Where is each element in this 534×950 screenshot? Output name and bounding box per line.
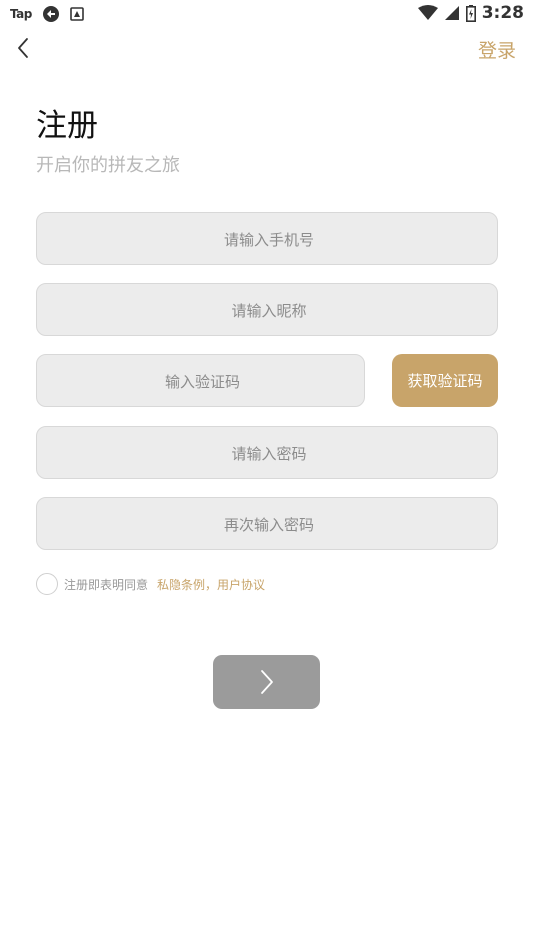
agreement-text: 注册即表明同意: [64, 577, 149, 592]
status-bar-left: Tap: [10, 5, 84, 23]
chevron-right-icon: [260, 670, 273, 694]
verification-code-field: [36, 354, 368, 408]
verification-code-input[interactable]: [37, 355, 368, 408]
next-button[interactable]: [213, 655, 320, 709]
page-title: 注册: [36, 108, 98, 144]
battery-icon: [465, 4, 476, 22]
password-input[interactable]: [37, 427, 501, 480]
nickname-input[interactable]: [37, 284, 501, 337]
agreement-checkbox[interactable]: [36, 573, 58, 595]
wifi-icon: [417, 5, 438, 20]
agreement-row: 注册即表明同意 私隐条例，用户协议: [36, 573, 265, 595]
agreement-link[interactable]: 私隐条例，用户协议: [157, 576, 265, 593]
login-link[interactable]: 登录: [478, 36, 516, 63]
back-button[interactable]: [12, 36, 36, 60]
phone-field: [36, 212, 501, 266]
password-field: [36, 426, 501, 480]
tap-app-label: Tap: [10, 7, 32, 21]
phone-input[interactable]: [37, 213, 501, 266]
status-bar: Tap 3:28: [0, 0, 534, 28]
sync-icon: [42, 6, 59, 22]
confirm-password-input[interactable]: [37, 498, 501, 551]
status-bar-right: 3:28: [417, 3, 524, 23]
cell-signal-icon: [444, 6, 459, 20]
register-screen: Tap 3:28 登录 注册 开启你的拼友之旅 请输入手机号 请输入昵称 输入验…: [0, 0, 534, 950]
nickname-field: [36, 283, 501, 337]
get-code-button[interactable]: 获取验证码: [392, 354, 498, 407]
confirm-password-field: [36, 497, 501, 551]
clock: 3:28: [481, 3, 524, 23]
page-subtitle: 开启你的拼友之旅: [36, 155, 180, 176]
chevron-left-icon: [18, 38, 28, 58]
notification-icon: [70, 7, 84, 21]
